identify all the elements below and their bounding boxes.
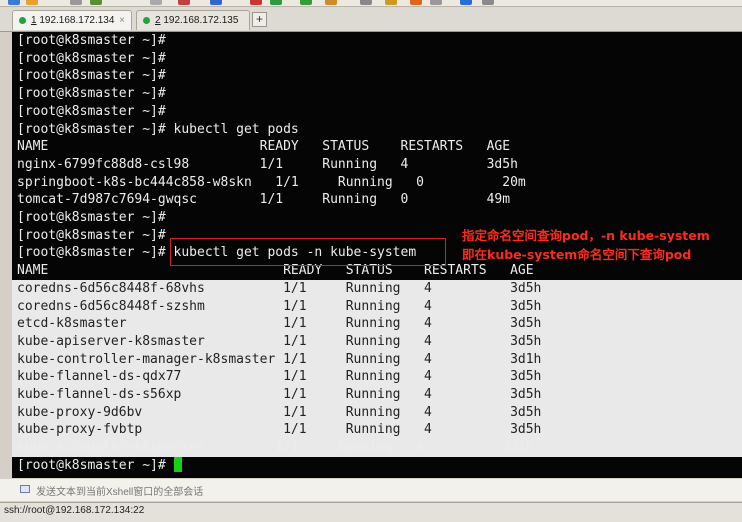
toolbar-open-icon[interactable]: [26, 0, 38, 5]
toolbar-new-icon[interactable]: [8, 0, 20, 5]
toolbar-reconnect-icon[interactable]: [90, 0, 102, 5]
tab-close-icon[interactable]: ×: [119, 11, 125, 30]
tab-label: 192.168.172.135: [160, 15, 239, 26]
terminal-line: [root@k8smaster ~]# kubectl get pods: [17, 121, 299, 137]
terminal-line: nginx-6799fc88d8-csl98 1/1 Running 4 3d5…: [17, 156, 518, 172]
terminal-line: [root@k8smaster ~]#: [17, 86, 166, 102]
toolbar-find-icon[interactable]: [150, 0, 162, 5]
terminal-line: [root@k8smaster ~]#: [17, 103, 166, 119]
toolbar-properties-icon[interactable]: [178, 0, 190, 5]
terminal-prompt: [root@k8smaster ~]#: [17, 457, 166, 473]
terminal-line: kube-scheduler-k8smaster 1/1 Running 4 3…: [17, 440, 534, 456]
compose-icon: [20, 485, 30, 493]
terminal-line: NAME READY STATUS RESTARTS AGE: [17, 139, 511, 155]
terminal-line: kube-flannel-ds-qdx77 1/1 Running 4 3d5h: [17, 369, 542, 385]
toolbar-key-icon[interactable]: [385, 0, 397, 5]
toolbar-window-icon[interactable]: [430, 0, 442, 5]
terminal-line: tomcat-7d987c7694-gwqsc 1/1 Running 0 49…: [17, 192, 511, 208]
terminal-line: kube-proxy-fvbtp 1/1 Running 4 3d5h: [17, 422, 542, 438]
send-to-all-bar[interactable]: 发送文本到当前Xshell窗口的全部会话: [0, 479, 742, 501]
toolbar-chat-icon[interactable]: [482, 0, 494, 5]
toolbar-transfer-icon[interactable]: [270, 0, 282, 5]
session-tab-bar: 1 192.168.172.134 × 2 192.168.172.135 +: [0, 7, 742, 32]
terminal-line: kube-flannel-ds-s56xp 1/1 Running 4 3d5h: [17, 387, 542, 402]
toolbar-disconnect-icon[interactable]: [70, 0, 82, 5]
terminal-line: [root@k8smaster ~]#: [17, 227, 166, 243]
terminal-line: [root@k8smaster ~]#: [17, 33, 166, 48]
connected-status-icon: [143, 17, 150, 24]
toolbar-script-icon[interactable]: [300, 0, 312, 5]
terminal-line: [root@k8smaster ~]#: [17, 50, 166, 66]
terminal-line: etcd-k8smaster 1/1 Running 4 3d5h: [17, 316, 542, 332]
status-bar: ssh://root@192.168.172.134:22: [0, 502, 742, 522]
terminal-line: coredns-6d56c8448f-68vhs 1/1 Running 4 3…: [17, 280, 542, 296]
terminal-output[interactable]: [root@k8smaster ~]# [root@k8smaster ~]# …: [12, 32, 742, 478]
new-tab-button[interactable]: +: [252, 12, 267, 27]
terminal-line: springboot-k8s-bc444c858-w8skn 1/1 Runni…: [17, 174, 526, 190]
terminal-line: coredns-6d56c8448f-szshm 1/1 Running 4 3…: [17, 298, 542, 314]
terminal-line: [root@k8smaster ~]#: [17, 68, 166, 84]
tab-session-2[interactable]: 2 192.168.172.135: [136, 10, 250, 30]
command-highlight-box: [170, 238, 446, 266]
toolbar-font-icon[interactable]: [210, 0, 222, 5]
terminal-line: [root@k8smaster ~]#: [17, 210, 166, 225]
toolbar-options-icon[interactable]: [410, 0, 422, 5]
toolbar-record-icon[interactable]: [250, 0, 262, 5]
send-to-all-placeholder: 发送文本到当前Xshell窗口的全部会话: [36, 487, 204, 498]
annotation-line-2: 即在kube-system命名空间下查询pod: [462, 247, 692, 262]
connection-status: ssh://root@192.168.172.134:22: [4, 505, 145, 516]
toolbar-help-icon[interactable]: [460, 0, 472, 5]
terminal-line: kube-apiserver-k8smaster 1/1 Running 4 3…: [17, 333, 542, 349]
tab-session-1[interactable]: 1 192.168.172.134 ×: [12, 10, 132, 30]
connected-status-icon: [19, 17, 26, 24]
terminal-line: kube-controller-manager-k8smaster 1/1 Ru…: [17, 351, 542, 367]
toolbar-lock-icon[interactable]: [325, 0, 337, 5]
terminal-line: kube-proxy-9d6bv 1/1 Running 4 3d5h: [17, 404, 542, 420]
terminal-prompt-line[interactable]: [root@k8smaster ~]#: [17, 456, 182, 475]
terminal-cursor: [173, 456, 182, 472]
toolbar: [0, 0, 742, 7]
toolbar-layout-icon[interactable]: [360, 0, 372, 5]
tab-label: 192.168.172.134: [36, 15, 115, 26]
annotation-line-1: 指定命名空间查询pod，-n kube-system: [462, 228, 710, 243]
